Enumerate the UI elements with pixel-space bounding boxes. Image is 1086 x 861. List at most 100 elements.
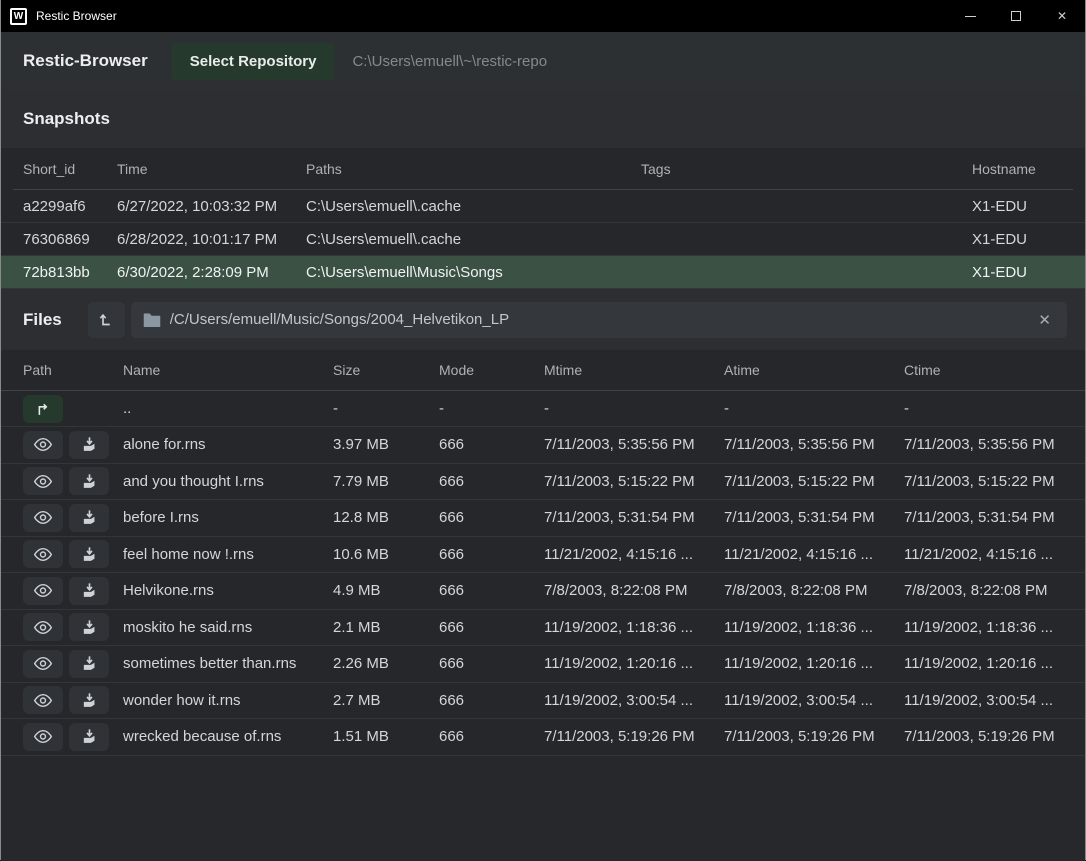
download-icon [81,582,98,599]
file-mtime: 7/11/2003, 5:35:56 PM [534,436,714,453]
files-heading: Files [23,310,62,330]
parent-directory-row[interactable]: .. - - - - - [1,391,1085,427]
file-row[interactable]: feel home now !.rns10.6 MB66611/21/2002,… [1,537,1085,574]
eye-icon [33,474,53,489]
file-atime: 7/11/2003, 5:15:22 PM [714,473,894,490]
minimize-button[interactable] [947,0,993,32]
file-name: .. [113,400,323,417]
view-file-button[interactable] [23,540,63,568]
up-right-arrow-icon [34,401,52,417]
app-window: W Restic Browser ✕ Restic-Browser Select… [0,0,1086,860]
file-ctime: 7/11/2003, 5:31:54 PM [894,509,1073,526]
file-mode: 666 [429,436,534,453]
file-mtime: - [534,400,714,417]
file-mtime: 7/11/2003, 5:19:26 PM [534,728,714,745]
file-name: wonder how it.rns [113,692,323,709]
file-size: 3.97 MB [323,436,429,453]
select-repository-button[interactable]: Select Repository [172,43,335,80]
column-header-time: Time [107,161,296,177]
view-file-button[interactable] [23,467,63,495]
folder-icon [143,312,161,327]
file-mode: 666 [429,728,534,745]
repository-path: C:\Users\emuell\~\restic-repo [352,53,547,70]
file-name: feel home now !.rns [113,546,323,563]
file-size: 4.9 MB [323,582,429,599]
maximize-button[interactable] [993,0,1039,32]
file-mode: - [429,400,534,417]
close-button[interactable]: ✕ [1039,0,1085,32]
file-row[interactable]: wrecked because of.rns1.51 MB6667/11/200… [1,719,1085,756]
file-size: 1.51 MB [323,728,429,745]
download-file-button[interactable] [69,650,109,678]
view-file-button[interactable] [23,686,63,714]
view-file-button[interactable] [23,504,63,532]
file-atime: 7/11/2003, 5:35:56 PM [714,436,894,453]
download-file-button[interactable] [69,467,109,495]
file-name: before I.rns [113,509,323,526]
snapshot-row[interactable]: 763068696/28/2022, 10:01:17 PMC:\Users\e… [1,223,1085,256]
file-mtime: 11/19/2002, 1:18:36 ... [534,619,714,636]
file-atime: 11/19/2002, 1:18:36 ... [714,619,894,636]
download-file-button[interactable] [69,686,109,714]
file-row[interactable]: moskito he said.rns2.1 MB66611/19/2002, … [1,610,1085,647]
file-mode: 666 [429,546,534,563]
snapshot-time: 6/30/2022, 2:28:09 PM [107,264,296,281]
view-file-button[interactable] [23,613,63,641]
download-file-button[interactable] [69,577,109,605]
file-row[interactable]: Helvikone.rns4.9 MB6667/8/2003, 8:22:08 … [1,573,1085,610]
go-to-root-button[interactable] [88,302,125,338]
column-header-mode: Mode [429,362,534,378]
titlebar: W Restic Browser ✕ [1,0,1085,32]
file-size: 10.6 MB [323,546,429,563]
download-file-button[interactable] [69,504,109,532]
view-file-button[interactable] [23,650,63,678]
clear-path-button[interactable]: ✕ [1034,309,1055,331]
download-file-button[interactable] [69,723,109,751]
download-file-button[interactable] [69,540,109,568]
snapshot-row[interactable]: 72b813bb6/30/2022, 2:28:09 PMC:\Users\em… [1,256,1085,289]
snapshot-short-id: 76306869 [13,231,107,248]
file-row[interactable]: before I.rns12.8 MB6667/11/2003, 5:31:54… [1,500,1085,537]
download-icon [81,509,98,526]
snapshot-hostname: X1-EDU [962,231,1073,248]
file-size: 2.26 MB [323,655,429,672]
file-row[interactable]: and you thought I.rns7.79 MB6667/11/2003… [1,464,1085,501]
files-path-breadcrumb[interactable]: /C/Users/emuell/Music/Songs/2004_Helveti… [131,302,1067,338]
file-size: - [323,400,429,417]
file-atime: - [714,400,894,417]
column-header-tags: Tags [631,161,962,177]
file-size: 7.79 MB [323,473,429,490]
toolbar: Restic-Browser Select Repository C:\User… [1,32,1085,90]
minimize-icon [965,16,976,17]
snapshot-paths: C:\Users\emuell\.cache [296,231,631,248]
eye-icon [33,729,53,744]
snapshots-table: Short_id Time Paths Tags Hostname a2299a… [1,148,1085,289]
view-file-button[interactable] [23,431,63,459]
file-row[interactable]: alone for.rns3.97 MB6667/11/2003, 5:35:5… [1,427,1085,464]
snapshot-paths: C:\Users\emuell\Music\Songs [296,264,631,281]
view-file-button[interactable] [23,723,63,751]
file-mtime: 11/19/2002, 1:20:16 ... [534,655,714,672]
file-row[interactable]: wonder how it.rns2.7 MB66611/19/2002, 3:… [1,683,1085,720]
column-header-short-id: Short_id [13,161,107,177]
file-size: 2.1 MB [323,619,429,636]
eye-icon [33,693,53,708]
download-file-button[interactable] [69,613,109,641]
file-actions [13,650,113,678]
file-actions [13,723,113,751]
file-row[interactable]: sometimes better than.rns2.26 MB66611/19… [1,646,1085,683]
window-controls: ✕ [947,0,1085,32]
file-name: alone for.rns [113,436,323,453]
view-file-button[interactable] [23,577,63,605]
files-section-header: Files /C/Users/emuell/Music/Songs/2004_H… [1,289,1085,350]
download-icon [81,436,98,453]
navigate-up-button[interactable] [23,395,63,423]
download-icon [81,619,98,636]
download-file-button[interactable] [69,431,109,459]
page-title: Restic-Browser [23,51,148,71]
snapshot-row[interactable]: a2299af66/27/2022, 10:03:32 PMC:\Users\e… [1,190,1085,223]
window-title: Restic Browser [36,9,117,23]
file-actions [13,540,113,568]
column-header-mtime: Mtime [534,362,714,378]
column-header-atime: Atime [714,362,894,378]
